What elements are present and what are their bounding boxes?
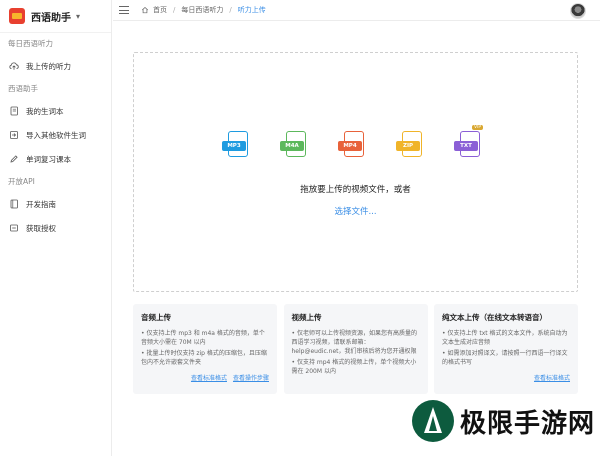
mp3-file-icon: MP3 bbox=[222, 131, 250, 161]
menu-toggle-icon[interactable] bbox=[119, 6, 129, 14]
breadcrumb-separator: / bbox=[229, 6, 232, 14]
zip-file-icon: ZIP bbox=[396, 131, 424, 161]
view-standard-format-link[interactable]: 查看标准格式 bbox=[191, 373, 227, 382]
text-upload-card: 纯文本上传（在线文本转语音） • 仅支持上传 txt 格式的文本文件，系统自动为… bbox=[434, 304, 578, 394]
m4a-file-icon: M4A bbox=[280, 131, 308, 161]
sidebar-item-import-words[interactable]: 导入其他软件生词 bbox=[0, 123, 111, 147]
card-links: 查看标准格式 查看操作步骤 bbox=[191, 373, 269, 382]
card-rule: • 仅老师可以上传视频资源，如果您有高质量的西语学习视频，请联系邮箱：help@… bbox=[291, 330, 417, 355]
card-title: 音频上传 bbox=[141, 313, 171, 322]
card-title: 纯文本上传（在线文本转语音） bbox=[442, 313, 547, 322]
book-icon bbox=[9, 199, 19, 209]
top-bar: 首页 / 每日西语听力 / 听力上传 bbox=[113, 0, 600, 21]
video-upload-card: 视频上传 • 仅老师可以上传视频资源，如果您有高质量的西语学习视频，请联系邮箱：… bbox=[283, 304, 428, 394]
card-rule: • 仅支持上传 txt 格式的文本文件，系统自动为文本生成对应音频 bbox=[442, 330, 568, 346]
upload-info-cards: 音频上传 • 仅支持上传 mp3 和 m4a 格式的音频，单个音频大小需在 70… bbox=[133, 304, 578, 394]
chevron-down-icon: ▾ bbox=[76, 11, 81, 21]
view-steps-link[interactable]: 查看操作步骤 bbox=[233, 373, 269, 382]
sidebar-item-label: 获取授权 bbox=[26, 223, 56, 233]
format-tag: M4A bbox=[280, 141, 304, 151]
mp4-file-icon: MP4 bbox=[338, 131, 366, 161]
cloud-upload-icon bbox=[9, 61, 19, 71]
breadcrumb-current: 听力上传 bbox=[237, 6, 266, 14]
sidebar-item-get-authorization[interactable]: 获取授权 bbox=[0, 216, 111, 240]
card-links: 查看标准格式 bbox=[534, 373, 570, 382]
sidebar-item-label: 单词复习课本 bbox=[26, 154, 71, 164]
drop-hint-text: 拖放要上传的视频文件，或者 bbox=[300, 185, 411, 195]
format-tag: ZIP bbox=[396, 141, 420, 151]
breadcrumb-home[interactable]: 首页 bbox=[153, 5, 167, 15]
app-brand[interactable]: 西语助手 ▾ bbox=[0, 0, 111, 33]
file-format-icons: MP3 M4A MP4 ZIP TXT VIP bbox=[222, 125, 512, 161]
txt-file-icon: TXT VIP bbox=[454, 125, 484, 161]
format-tag: MP4 bbox=[338, 141, 362, 151]
sidebar-item-vocabulary[interactable]: 我的生词本 bbox=[0, 99, 111, 123]
app-logo bbox=[9, 8, 25, 24]
card-rule: • 仅支持上传 mp3 和 m4a 格式的音频，单个音频大小需在 70M 以内 bbox=[141, 330, 265, 346]
choose-file-link[interactable]: 选择文件... bbox=[134, 205, 577, 217]
watermark-text: 极限手游网 bbox=[460, 408, 596, 439]
card-title: 视频上传 bbox=[291, 313, 322, 322]
breadcrumb-daily-listening[interactable]: 每日西语听力 bbox=[181, 5, 223, 15]
vip-badge: VIP bbox=[472, 125, 484, 130]
breadcrumb-separator: / bbox=[173, 6, 176, 14]
sidebar-group-title: 西语助手 bbox=[8, 84, 38, 93]
key-icon bbox=[9, 223, 19, 233]
breadcrumb: 首页 / 每日西语听力 / 听力上传 bbox=[141, 5, 266, 15]
notebook-icon bbox=[9, 106, 19, 116]
sidebar-item-label: 开发指南 bbox=[26, 199, 56, 209]
view-standard-format-link[interactable]: 查看标准格式 bbox=[534, 373, 570, 382]
import-icon bbox=[9, 130, 19, 140]
format-tag: TXT bbox=[454, 141, 478, 151]
sidebar-item-dev-guide[interactable]: 开发指南 bbox=[0, 192, 111, 216]
sidebar-item-label: 我上传的听力 bbox=[26, 61, 71, 71]
sidebar-item-review-book[interactable]: 单词复习课本 bbox=[0, 147, 111, 171]
home-icon bbox=[141, 6, 149, 14]
avatar[interactable] bbox=[570, 3, 586, 19]
watermark-logo-icon bbox=[412, 400, 454, 442]
sidebar-group-title: 每日西语听力 bbox=[8, 39, 53, 48]
card-rule: • 仅支持 mp4 格式的视频上传，单个视频大小需在 200M 以内 bbox=[291, 359, 417, 375]
app-name: 西语助手 bbox=[31, 12, 71, 24]
sidebar-item-label: 导入其他软件生词 bbox=[26, 130, 86, 140]
upload-dropzone[interactable]: MP3 M4A MP4 ZIP TXT VIP 拖放要上传的视频文件，或者 选择… bbox=[133, 52, 578, 292]
sidebar: 西语助手 ▾ 每日西语听力 我上传的听力 西语助手 我的生词本 导入其他软件生词… bbox=[0, 0, 112, 456]
audio-upload-card: 音频上传 • 仅支持上传 mp3 和 m4a 格式的音频，单个音频大小需在 70… bbox=[133, 304, 277, 394]
card-rule: • 如需添加对照译文，请按照一行西语一行译文的格式书写 bbox=[442, 350, 568, 366]
sidebar-group-title: 开放API bbox=[8, 177, 35, 186]
sidebar-item-my-uploads[interactable]: 我上传的听力 bbox=[0, 54, 111, 78]
sidebar-item-label: 我的生词本 bbox=[26, 106, 64, 116]
card-rule: • 批量上传时仅支持 zip 格式的压缩包，且压缩包内不允许嵌套文件夹 bbox=[141, 350, 267, 366]
site-watermark: 极限手游网 bbox=[412, 400, 595, 442]
pencil-icon bbox=[9, 154, 19, 164]
format-tag: MP3 bbox=[222, 141, 246, 151]
